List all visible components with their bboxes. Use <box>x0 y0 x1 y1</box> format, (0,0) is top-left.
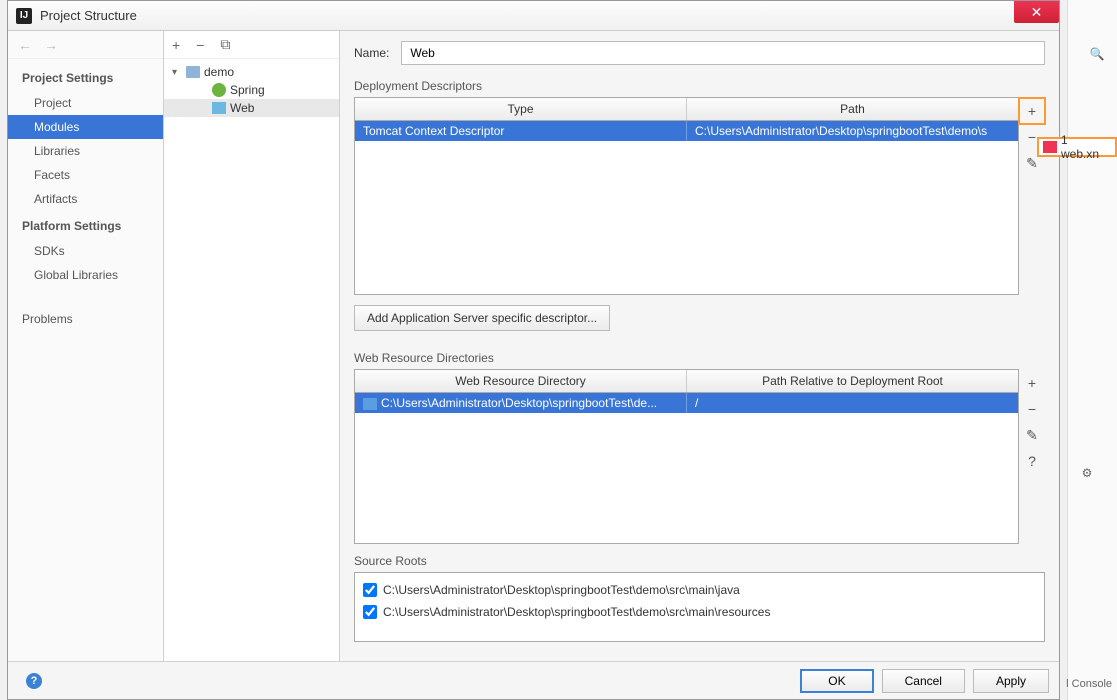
close-button[interactable]: ✕ <box>1014 1 1059 23</box>
table-header: Web Resource Directory Path Relative to … <box>355 370 1018 393</box>
table-row[interactable]: C:\Users\Administrator\Desktop\springboo… <box>355 393 1018 413</box>
web-icon <box>212 102 226 114</box>
col-path[interactable]: Path <box>687 98 1018 120</box>
table-row[interactable]: Tomcat Context Descriptor C:\Users\Admin… <box>355 121 1018 141</box>
window-title: Project Structure <box>40 8 137 23</box>
remove-module-icon[interactable]: − <box>196 37 204 53</box>
deployment-descriptors-label: Deployment Descriptors <box>354 79 1045 93</box>
tree-toolbar: + − ⧉ <box>164 31 339 59</box>
dialog-footer: ? OK Cancel Apply <box>8 661 1059 699</box>
tree-body: ▾ demo Spring Web <box>164 59 339 661</box>
deployment-descriptors-table: Type Path Tomcat Context Descriptor C:\U… <box>354 97 1019 295</box>
source-root-row[interactable]: C:\Users\Administrator\Desktop\springboo… <box>361 579 1038 601</box>
cell-dir: C:\Users\Administrator\Desktop\springboo… <box>355 393 687 413</box>
webxml-popup[interactable]: 1 web.xn <box>1037 137 1117 157</box>
background-right-gutter: 🔍 ⚙ <box>1067 0 1117 700</box>
platform-settings-header: Platform Settings <box>8 211 163 239</box>
tree-node-web[interactable]: Web <box>164 99 339 117</box>
source-root-path: C:\Users\Administrator\Desktop\springboo… <box>383 605 770 619</box>
nav-arrows: ← → <box>8 31 163 59</box>
source-roots-list: C:\Users\Administrator\Desktop\springboo… <box>354 572 1045 642</box>
source-root-checkbox[interactable] <box>363 605 377 619</box>
source-root-checkbox[interactable] <box>363 583 377 597</box>
name-label: Name: <box>354 46 389 60</box>
search-icon[interactable]: 🔍 <box>1085 42 1109 66</box>
copy-module-icon[interactable]: ⧉ <box>220 36 230 53</box>
nav-forward-icon[interactable]: → <box>44 37 58 53</box>
cancel-button[interactable]: Cancel <box>882 669 965 693</box>
col-relpath[interactable]: Path Relative to Deployment Root <box>687 370 1018 392</box>
main-panel: Name: Deployment Descriptors Type Path T… <box>340 31 1059 661</box>
settings-list: Project Settings Project Modules Librari… <box>8 59 163 661</box>
sidebar-item-sdks[interactable]: SDKs <box>8 239 163 263</box>
web-resource-dirs-table: Web Resource Directory Path Relative to … <box>354 369 1019 544</box>
settings-sidebar: ← → Project Settings Project Modules Lib… <box>8 31 164 661</box>
gear-icon[interactable]: ⚙ <box>1075 461 1099 485</box>
tree-label: Web <box>230 101 254 115</box>
cell-relpath: / <box>687 393 1018 413</box>
name-field[interactable] <box>401 41 1045 65</box>
help-wrd-icon[interactable]: ? <box>1019 448 1045 474</box>
chevron-down-icon[interactable]: ▾ <box>172 67 182 78</box>
tree-node-demo[interactable]: ▾ demo <box>164 63 339 81</box>
sidebar-item-global-libraries[interactable]: Global Libraries <box>8 263 163 287</box>
sidebar-item-facets[interactable]: Facets <box>8 163 163 187</box>
ok-button[interactable]: OK <box>800 669 873 693</box>
table-header: Type Path <box>355 98 1018 121</box>
project-settings-header: Project Settings <box>8 63 163 91</box>
cell-path: C:\Users\Administrator\Desktop\springboo… <box>687 121 1018 141</box>
tree-label: demo <box>204 65 234 79</box>
col-type[interactable]: Type <box>355 98 687 120</box>
popup-label: 1 web.xn <box>1061 133 1109 161</box>
app-icon: IJ <box>16 8 32 24</box>
source-root-row[interactable]: C:\Users\Administrator\Desktop\springboo… <box>361 601 1038 623</box>
add-app-server-descriptor-button[interactable]: Add Application Server specific descript… <box>354 305 610 331</box>
wrd-side-buttons: + − ✎ ? <box>1019 370 1045 474</box>
console-label: l Console <box>1066 678 1112 690</box>
content-area: ← → Project Settings Project Modules Lib… <box>8 31 1059 661</box>
sidebar-item-artifacts[interactable]: Artifacts <box>8 187 163 211</box>
sidebar-item-modules[interactable]: Modules <box>8 115 163 139</box>
source-roots-label: Source Roots <box>354 554 1045 568</box>
col-dir[interactable]: Web Resource Directory <box>355 370 687 392</box>
remove-wrd-icon[interactable]: − <box>1019 396 1045 422</box>
sidebar-item-project[interactable]: Project <box>8 91 163 115</box>
project-structure-window: IJ Project Structure ✕ ← → Project Setti… <box>7 0 1060 700</box>
nav-back-icon[interactable]: ← <box>18 37 32 53</box>
cell-type: Tomcat Context Descriptor <box>355 121 687 141</box>
tree-node-spring[interactable]: Spring <box>164 81 339 99</box>
spring-icon <box>212 83 226 97</box>
apply-button[interactable]: Apply <box>973 669 1049 693</box>
add-wrd-icon[interactable]: + <box>1019 370 1045 396</box>
edit-wrd-icon[interactable]: ✎ <box>1019 422 1045 448</box>
folder-icon <box>363 398 377 410</box>
folder-icon <box>186 66 200 78</box>
titlebar: IJ Project Structure ✕ <box>8 1 1059 31</box>
sidebar-item-problems[interactable]: Problems <box>8 307 163 331</box>
add-module-icon[interactable]: + <box>172 37 180 53</box>
name-row: Name: <box>354 41 1045 65</box>
module-tree-panel: + − ⧉ ▾ demo Spring Web <box>164 31 340 661</box>
source-root-path: C:\Users\Administrator\Desktop\springboo… <box>383 583 740 597</box>
add-descriptor-icon[interactable]: + <box>1019 98 1045 124</box>
sidebar-item-libraries[interactable]: Libraries <box>8 139 163 163</box>
tree-label: Spring <box>230 83 265 97</box>
xml-tag-icon <box>1043 141 1057 153</box>
help-icon[interactable]: ? <box>26 673 42 689</box>
web-resource-dirs-label: Web Resource Directories <box>354 351 1045 365</box>
